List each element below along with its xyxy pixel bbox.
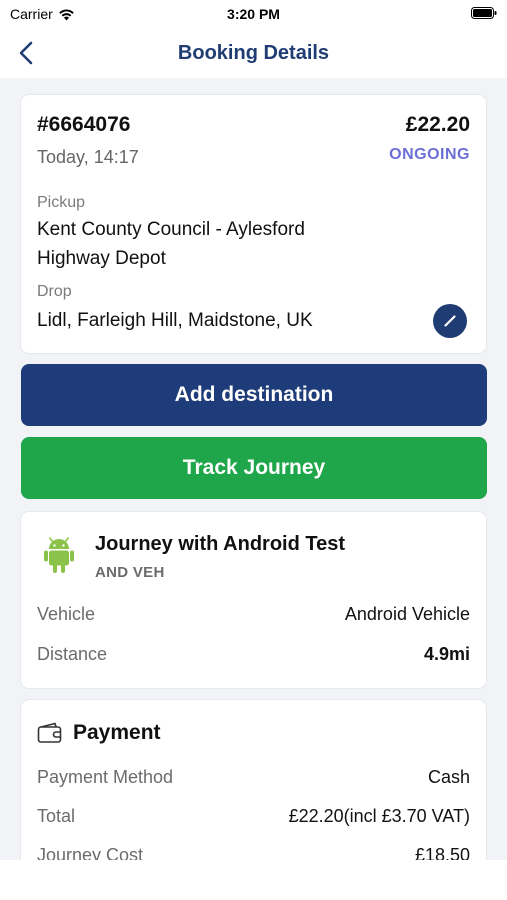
pencil-icon [444,315,456,327]
journey-cost-value: £18.50 [414,845,470,860]
distance-label: Distance [37,644,108,664]
payment-card: Payment Payment Method Cash Total £22.20… [21,700,486,860]
drop-label: Drop [37,283,72,300]
add-destination-button[interactable]: Add destination [21,364,487,426]
total-value: £22.20(incl £3.70 VAT) [288,806,470,826]
wallet-icon [37,722,62,743]
android-icon [44,537,74,573]
vehicle-value: Android Vehicle [344,604,470,624]
content-area[interactable]: #6664076 £22.20 Today, 14:17 ONGOING Pic… [0,78,507,860]
page-title: Booking Details [177,42,330,64]
booking-card: #6664076 £22.20 Today, 14:17 ONGOING Pic… [21,95,486,353]
booking-date: Today, 14:17 [37,147,139,167]
track-journey-button[interactable]: Track Journey [21,437,487,499]
vehicle-code: AND VEH [95,564,165,581]
journey-cost-label: Journey Cost [37,845,144,860]
payment-method-value: Cash [427,767,470,787]
journey-card: Journey with Android Test AND VEH Vehicl… [21,512,486,688]
vehicle-label: Vehicle [37,604,96,624]
pickup-address: Kent County Council - Aylesford Highway … [37,219,305,269]
status-time: 3:20 PM [227,6,280,22]
battery-icon [471,7,497,19]
edit-drop-button[interactable] [433,304,467,338]
booking-price: £22.20 [405,113,470,136]
drop-address: Lidl, Farleigh Hill, Maidstone, UK [37,310,313,331]
bottom-safe-area [0,860,507,900]
pickup-label: Pickup [37,194,86,211]
booking-id: #6664076 [37,113,131,136]
journey-title: Journey with Android Test [95,533,346,555]
payment-method-label: Payment Method [37,767,174,787]
nav-bar: Booking Details [0,30,507,78]
status-bar: Carrier 3:20 PM [0,0,507,30]
status-badge: ONGOING [389,146,470,163]
payment-title: Payment [73,721,161,744]
total-label: Total [37,806,76,826]
distance-value: 4.9mi [423,644,470,664]
